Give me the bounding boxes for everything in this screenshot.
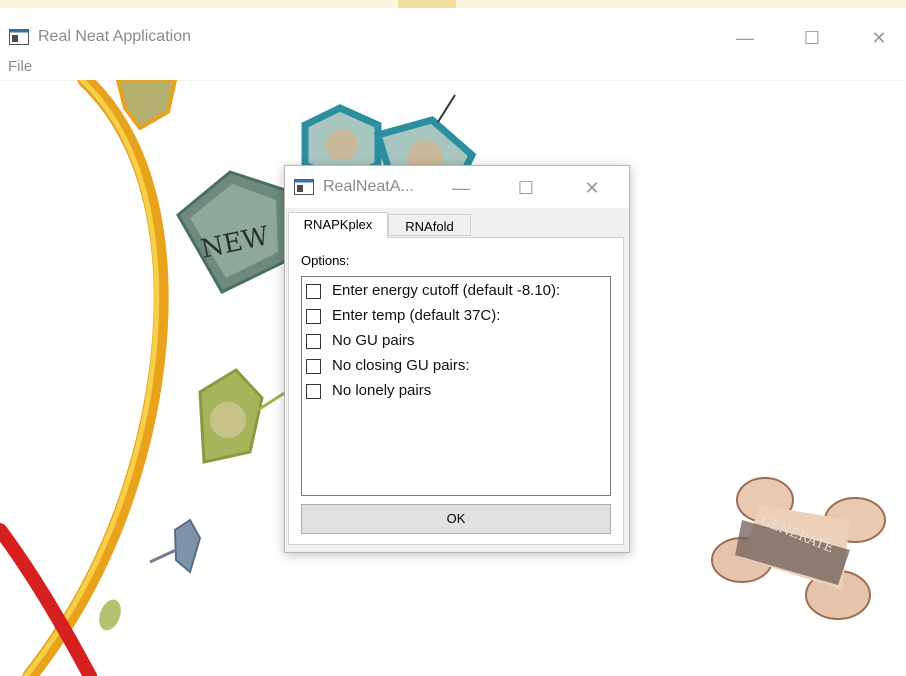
option-temp[interactable]: Enter temp (default 37C):	[306, 306, 606, 328]
small-blue-base	[173, 518, 202, 574]
close-button[interactable]: ✕	[864, 24, 894, 52]
checkbox[interactable]	[306, 384, 321, 399]
option-label: No lonely pairs	[332, 382, 432, 399]
generate-bone[interactable]: GENERATE	[711, 477, 886, 620]
option-label: Enter temp (default 37C):	[332, 307, 501, 324]
option-no-closing-gu-pairs[interactable]: No closing GU pairs:	[306, 356, 606, 378]
checkbox[interactable]	[306, 309, 321, 324]
title-bar: Real Neat Application — ☐ ✕	[0, 8, 906, 52]
tab-rnapkplex[interactable]: RNAPKplex	[288, 212, 388, 238]
top-strip-mark	[398, 0, 456, 8]
dialog-maximize-button[interactable]: ☐	[511, 174, 541, 202]
dialog-body: RNAPKplex RNAfold Options: Enter energy …	[285, 208, 629, 552]
options-label: Options:	[301, 253, 350, 268]
tab-rnafold[interactable]: RNAfold	[388, 214, 471, 236]
dialog-window-icon	[294, 179, 314, 195]
option-label: No closing GU pairs:	[332, 357, 470, 374]
menu-bar: File	[0, 52, 906, 81]
checkbox[interactable]	[306, 359, 321, 374]
options-dialog: RealNeatA... — ☐ ✕ RNAPKplex RNAfold Opt…	[284, 165, 630, 553]
checkbox[interactable]	[306, 284, 321, 299]
window-title: Real Neat Application	[38, 28, 191, 45]
option-no-lonely-pairs[interactable]: No lonely pairs	[306, 381, 606, 403]
option-label: Enter energy cutoff (default -8.10):	[332, 282, 561, 299]
backbone-strand	[22, 80, 169, 676]
maximize-button[interactable]: ☐	[797, 24, 827, 52]
option-label: No GU pairs	[332, 332, 415, 349]
options-list: Enter energy cutoff (default -8.10): Ent…	[301, 276, 611, 496]
tab-panel: Options: Enter energy cutoff (default -8…	[288, 237, 624, 545]
option-energy-cutoff[interactable]: Enter energy cutoff (default -8.10):	[306, 281, 606, 303]
ok-button[interactable]: OK	[301, 504, 611, 534]
app-window-icon	[9, 29, 29, 45]
dialog-title: RealNeatA...	[323, 178, 414, 195]
dialog-minimize-button[interactable]: —	[446, 174, 476, 202]
minimize-button[interactable]: —	[730, 24, 760, 52]
checkbox[interactable]	[306, 334, 321, 349]
menu-file[interactable]: File	[8, 58, 32, 75]
dialog-close-button[interactable]: ✕	[577, 174, 607, 202]
option-no-gu-pairs[interactable]: No GU pairs	[306, 331, 606, 353]
